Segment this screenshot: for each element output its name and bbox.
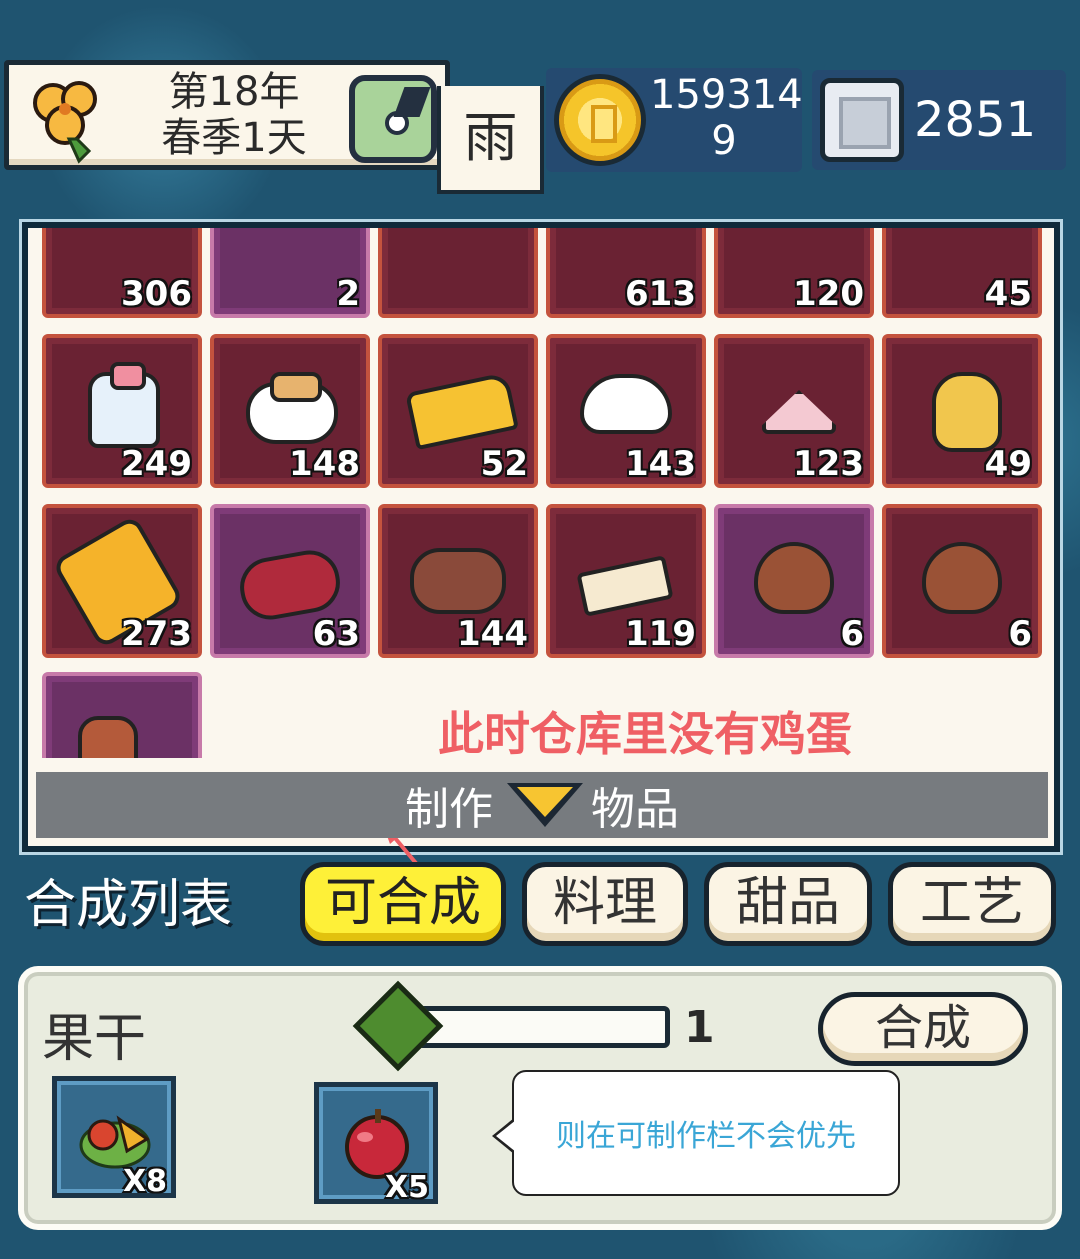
steak-icon — [235, 545, 345, 625]
recipe-name: 果干 — [42, 1009, 147, 1069]
inventory-slot[interactable]: 273 — [42, 504, 202, 658]
craft-item-toggle[interactable]: 制作 物品 — [36, 772, 1048, 838]
item-count: 148 — [289, 444, 360, 484]
item-count: 119 — [625, 614, 696, 654]
slider-handle-icon[interactable] — [352, 980, 444, 1072]
tab-craftable[interactable]: 可合成 — [300, 862, 506, 946]
corn-icon — [78, 716, 138, 758]
inventory-slot[interactable]: 143 — [546, 334, 706, 488]
inventory-slot[interactable]: 119 — [546, 504, 706, 658]
tab-cooking[interactable]: 料理 — [522, 862, 688, 946]
coin-panel: 159314 9 — [546, 68, 803, 172]
item-count: 52 — [480, 444, 528, 484]
inventory-slot[interactable]: 306 — [42, 228, 202, 318]
date-panel: 第18年 春季1天 — [4, 60, 450, 170]
inventory-slot[interactable]: 123 — [714, 334, 874, 488]
tab-desserts[interactable]: 甜品 — [704, 862, 872, 946]
ingredient-slot[interactable]: X8 — [52, 1076, 176, 1199]
weather-indicator: 雨 — [437, 86, 544, 194]
inventory-slot[interactable]: 63 — [210, 504, 370, 658]
milk-bottle-icon — [88, 362, 160, 448]
inventory-slot[interactable]: 6 — [714, 504, 874, 658]
gem-count: 2851 — [914, 92, 1037, 148]
inventory-slot[interactable] — [378, 228, 538, 318]
inventory-slot[interactable]: 144 — [378, 504, 538, 658]
items-label: 物品 — [591, 784, 679, 835]
inventory-slot[interactable]: 49 — [882, 334, 1042, 488]
clock-icon[interactable] — [349, 75, 437, 163]
ingredient-slot[interactable]: X5 — [314, 1082, 438, 1205]
item-count: 6 — [1008, 614, 1032, 654]
craft-quantity: 1 — [684, 1002, 715, 1053]
item-count: 613 — [625, 274, 696, 314]
item-count: 306 — [121, 274, 192, 314]
item-count: 143 — [625, 444, 696, 484]
drumstick-icon — [754, 542, 834, 614]
coin-count-line1: 159314 — [650, 72, 803, 118]
speech-bubble: 则在可制作栏不会优先 — [492, 1070, 900, 1196]
craft-quantity-slider[interactable] — [416, 1006, 670, 1048]
item-count: 6 — [840, 614, 864, 654]
inventory-slot[interactable]: 52 — [378, 334, 538, 488]
inventory-slot[interactable]: 6 — [882, 504, 1042, 658]
mushroom-icon — [580, 374, 672, 434]
item-count: 249 — [121, 444, 192, 484]
inventory-slot[interactable]: 249 — [42, 334, 202, 488]
item-count: 2 — [336, 274, 360, 314]
gem-panel: 2851 — [812, 70, 1066, 170]
season-day-label: 春季1天 — [161, 115, 307, 161]
item-count: 120 — [793, 274, 864, 314]
oil-jar-icon — [932, 372, 1002, 452]
craft-label: 制作 — [405, 784, 493, 835]
coin-count-line2: 9 — [711, 118, 737, 164]
coin-icon — [554, 74, 646, 166]
synthesize-button[interactable]: 合成 — [818, 992, 1028, 1066]
inventory-slot[interactable]: 148 — [210, 334, 370, 488]
pudding-icon — [246, 372, 338, 444]
item-count: 123 — [793, 444, 864, 484]
inventory-slot[interactable]: 613 — [546, 228, 706, 318]
inventory-grid: 306 2 613 120 45 249 148 52 143 123 49 2… — [36, 228, 1052, 758]
triangle-down-icon — [507, 783, 583, 827]
silver-gem-icon — [820, 78, 904, 162]
inventory-slot[interactable]: 120 — [714, 228, 874, 318]
item-count: 45 — [984, 274, 1032, 314]
tab-crafts[interactable]: 工艺 — [888, 862, 1056, 946]
craft-list-title: 合成列表 — [24, 875, 233, 935]
inventory-panel: 306 2 613 120 45 249 148 52 143 123 49 2… — [19, 219, 1063, 918]
item-count: 63 — [312, 614, 360, 654]
cheese-icon — [405, 371, 519, 451]
tofu-icon — [762, 390, 836, 434]
item-count: 273 — [121, 614, 192, 654]
inventory-slot[interactable]: 2 — [210, 228, 370, 318]
year-label: 第18年 — [168, 69, 300, 115]
annotation-text: 此时仓库里没有鸡蛋 — [438, 707, 852, 761]
butter-icon — [576, 555, 674, 617]
bubble-text: 则在可制作栏不会优先 — [556, 1119, 856, 1154]
inventory-slot[interactable]: 45 — [882, 228, 1042, 318]
flower-icon — [33, 81, 97, 164]
drumstick-icon — [922, 542, 1002, 614]
date-text: 第18年 春季1天 — [119, 69, 349, 161]
inventory-slot[interactable] — [42, 672, 202, 758]
ingredient-count: X8 — [122, 1164, 167, 1199]
item-count: 144 — [457, 614, 528, 654]
coin-count: 159314 9 — [650, 72, 803, 164]
ingredient-count: X5 — [384, 1170, 429, 1205]
meat-icon — [410, 548, 506, 614]
item-count: 49 — [984, 444, 1032, 484]
